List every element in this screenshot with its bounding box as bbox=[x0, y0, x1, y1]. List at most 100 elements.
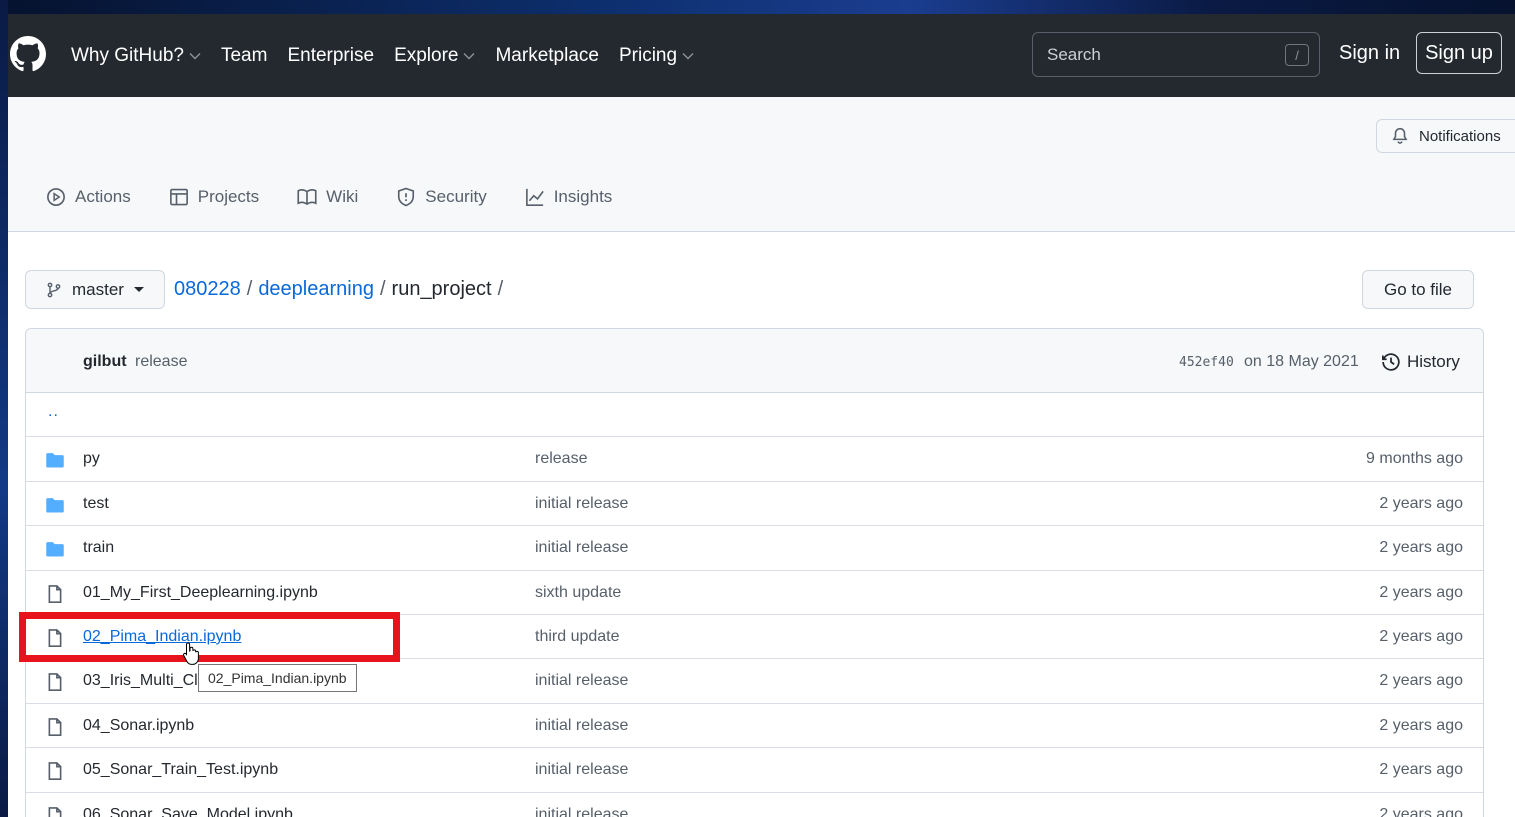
tab-label: Projects bbox=[197, 187, 260, 206]
graph-icon bbox=[525, 188, 544, 206]
commit-message-link[interactable]: release bbox=[535, 450, 587, 468]
commit-message-link[interactable]: initial release bbox=[535, 761, 628, 779]
file-name-link[interactable]: 06_Sonar_Save_Model.ipynb bbox=[83, 806, 293, 817]
sign-in-link[interactable]: Sign in bbox=[1339, 42, 1400, 65]
nav-item-enterprise[interactable]: Enterprise bbox=[287, 45, 374, 67]
notifications-label: Notifications bbox=[1419, 127, 1501, 145]
chevron-down-icon bbox=[463, 52, 475, 59]
file-icon bbox=[48, 717, 62, 736]
file-name-link[interactable]: py bbox=[83, 450, 100, 468]
history-link[interactable]: History bbox=[1381, 352, 1460, 372]
go-to-file-button[interactable]: Go to file bbox=[1362, 270, 1474, 309]
nav-item-pricing[interactable]: Pricing bbox=[619, 45, 694, 67]
file-name-link[interactable]: train bbox=[83, 539, 114, 557]
commit-message[interactable]: release bbox=[135, 353, 187, 371]
nav-item-explore[interactable]: Explore bbox=[394, 45, 475, 67]
tab-label: Security bbox=[425, 187, 487, 206]
play-circle-icon bbox=[47, 188, 65, 206]
hand-cursor-icon bbox=[183, 642, 199, 665]
nav-item-label: Enterprise bbox=[287, 44, 375, 66]
main-nav: Why GitHub? Team Enterprise Explore Marketpl… bbox=[71, 14, 714, 97]
nav-item-label: Pricing bbox=[618, 44, 678, 66]
breadcrumb-repo[interactable]: deeplearning bbox=[258, 278, 374, 300]
breadcrumb-folder: run_project bbox=[391, 278, 492, 300]
breadcrumb-separator: / bbox=[246, 278, 253, 300]
filename-tooltip: 02_Pima_Indian.ipynb bbox=[198, 664, 357, 692]
last-updated: 2 years ago bbox=[1379, 494, 1463, 512]
search-shortcut-hint: / bbox=[1285, 44, 1309, 66]
commit-message-link[interactable]: initial release bbox=[535, 495, 628, 513]
commit-message-link[interactable]: initial release bbox=[535, 806, 628, 817]
breadcrumb-separator: / bbox=[379, 278, 386, 300]
folder-icon bbox=[46, 542, 64, 557]
caret-down-icon bbox=[133, 287, 144, 292]
nav-item-why-github[interactable]: Why GitHub? bbox=[71, 45, 201, 67]
directory-row[interactable]: py release 9 months ago bbox=[26, 437, 1483, 482]
commit-author[interactable]: gilbut bbox=[83, 353, 127, 371]
shield-icon bbox=[398, 187, 415, 207]
browser-page: Why GitHub? Team Enterprise Explore Marketpl… bbox=[8, 14, 1515, 817]
repo-header: Notifications Actions Projects Wiki Securit… bbox=[8, 97, 1515, 232]
tab-projects[interactable]: Projects bbox=[169, 187, 259, 207]
directory-row[interactable]: train initial release 2 years ago bbox=[26, 526, 1483, 571]
tab-wiki[interactable]: Wiki bbox=[297, 187, 358, 207]
history-icon bbox=[1382, 353, 1400, 371]
nav-item-label: Explore bbox=[394, 44, 459, 66]
sign-up-button[interactable]: Sign up bbox=[1416, 32, 1502, 74]
nav-item-team[interactable]: Team bbox=[221, 45, 267, 67]
notifications-button[interactable]: Notifications bbox=[1376, 119, 1515, 153]
chevron-down-icon bbox=[682, 52, 694, 59]
commit-message-link[interactable]: third update bbox=[535, 628, 620, 646]
tab-insights[interactable]: Insights bbox=[525, 187, 612, 207]
last-updated: 2 years ago bbox=[1379, 627, 1463, 645]
breadcrumb: 080228/deeplearning / run_project / bbox=[174, 278, 509, 301]
book-icon bbox=[297, 189, 317, 206]
last-updated: 2 years ago bbox=[1379, 805, 1463, 817]
file-name-link[interactable]: 04_Sonar.ipynb bbox=[83, 717, 194, 735]
last-updated: 2 years ago bbox=[1379, 539, 1463, 557]
breadcrumb-owner[interactable]: 080228 bbox=[174, 278, 241, 300]
last-updated: 2 years ago bbox=[1379, 672, 1463, 690]
chevron-down-icon bbox=[189, 52, 201, 59]
file-name-link[interactable]: 05_Sonar_Train_Test.ipynb bbox=[83, 761, 278, 779]
file-row[interactable]: 01_My_First_Deeplearning.ipynb sixth upda… bbox=[26, 571, 1483, 615]
history-label: History bbox=[1407, 352, 1460, 371]
github-logo-icon[interactable] bbox=[10, 36, 46, 72]
repo-tabs: Actions Projects Wiki Security Insights bbox=[46, 187, 650, 207]
breadcrumb-separator: / bbox=[497, 278, 504, 300]
file-name-link[interactable]: test bbox=[83, 495, 109, 513]
commit-hash[interactable]: 452ef40 bbox=[1179, 355, 1234, 370]
file-name-link[interactable]: 02_Pima_Indian.ipynb bbox=[83, 628, 241, 646]
parent-directory-row[interactable]: .. bbox=[26, 393, 1483, 438]
branch-selector[interactable]: master bbox=[25, 270, 165, 309]
tab-security[interactable]: Security bbox=[396, 187, 487, 207]
file-row[interactable]: 02_Pima_Indian.ipynb third update 2 years … bbox=[26, 615, 1483, 660]
file-icon bbox=[48, 584, 62, 603]
file-name-link[interactable]: 01_My_First_Deeplearning.ipynb bbox=[83, 584, 318, 602]
file-row[interactable]: 04_Sonar.ipynb initial release 2 years ago bbox=[26, 704, 1483, 749]
commit-message-link[interactable]: initial release bbox=[535, 672, 628, 690]
last-updated: 2 years ago bbox=[1379, 583, 1463, 601]
site-header: Why GitHub? Team Enterprise Explore Marketpl… bbox=[8, 14, 1515, 97]
latest-commit-bar: gilbut release 452ef40 on 18 May 2021 Hi… bbox=[26, 329, 1483, 393]
git-branch-icon bbox=[47, 282, 61, 297]
tab-actions[interactable]: Actions bbox=[46, 187, 131, 207]
search-input[interactable]: Search / bbox=[1032, 32, 1320, 77]
last-updated: 2 years ago bbox=[1379, 716, 1463, 734]
branch-name: master bbox=[72, 279, 124, 299]
file-list: gilbut release 452ef40 on 18 May 2021 Hi… bbox=[25, 328, 1484, 817]
commit-message-link[interactable]: initial release bbox=[535, 717, 628, 735]
folder-icon bbox=[46, 453, 64, 468]
nav-item-label: Team bbox=[220, 44, 268, 66]
folder-icon bbox=[46, 497, 64, 513]
file-name-link[interactable]: 03_Iris_Multi_Cl bbox=[83, 672, 198, 690]
directory-row[interactable]: test initial release 2 years ago bbox=[26, 482, 1483, 527]
commit-message-link[interactable]: initial release bbox=[535, 539, 628, 557]
nav-item-marketplace[interactable]: Marketplace bbox=[495, 45, 599, 67]
file-row[interactable]: 06_Sonar_Save_Model.ipynb initial release… bbox=[26, 793, 1483, 817]
file-icon bbox=[48, 806, 62, 817]
parent-directory-link[interactable]: .. bbox=[48, 403, 59, 421]
bell-icon bbox=[1392, 127, 1408, 144]
commit-message-link[interactable]: sixth update bbox=[535, 584, 621, 602]
file-row[interactable]: 05_Sonar_Train_Test.ipynb initial release… bbox=[26, 748, 1483, 793]
